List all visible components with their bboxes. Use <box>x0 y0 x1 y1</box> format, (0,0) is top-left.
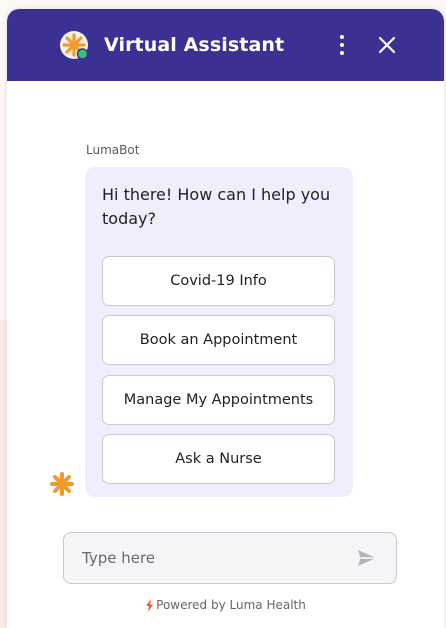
powered-by-text: Powered by Luma Health <box>156 598 306 612</box>
luma-sun-logo-icon <box>58 29 90 61</box>
bot-message-bubble: Hi there! How can I help you today? Covi… <box>85 167 353 497</box>
bot-avatar-icon <box>49 471 75 497</box>
chat-header: Virtual Assistant <box>7 9 444 81</box>
send-icon[interactable] <box>356 548 378 568</box>
powered-by-footer: Powered by Luma Health <box>7 598 444 612</box>
bot-message-text: Hi there! How can I help you today? <box>102 185 331 228</box>
chat-widget: Virtual Assistant LumaBot Hi there! How … <box>7 9 444 628</box>
option-book-appointment-button[interactable]: Book an Appointment <box>102 315 335 365</box>
sender-name: LumaBot <box>86 143 140 157</box>
bolt-icon <box>146 598 154 612</box>
message-composer <box>63 532 397 584</box>
more-vertical-icon[interactable] <box>332 33 352 57</box>
header-title: Virtual Assistant <box>104 34 285 56</box>
message-input[interactable] <box>64 549 334 567</box>
option-manage-appointments-button[interactable]: Manage My Appointments <box>102 375 335 425</box>
close-icon[interactable] <box>375 33 399 57</box>
option-ask-nurse-button[interactable]: Ask a Nurse <box>102 434 335 484</box>
option-covid-info-button[interactable]: Covid-19 Info <box>102 256 335 306</box>
